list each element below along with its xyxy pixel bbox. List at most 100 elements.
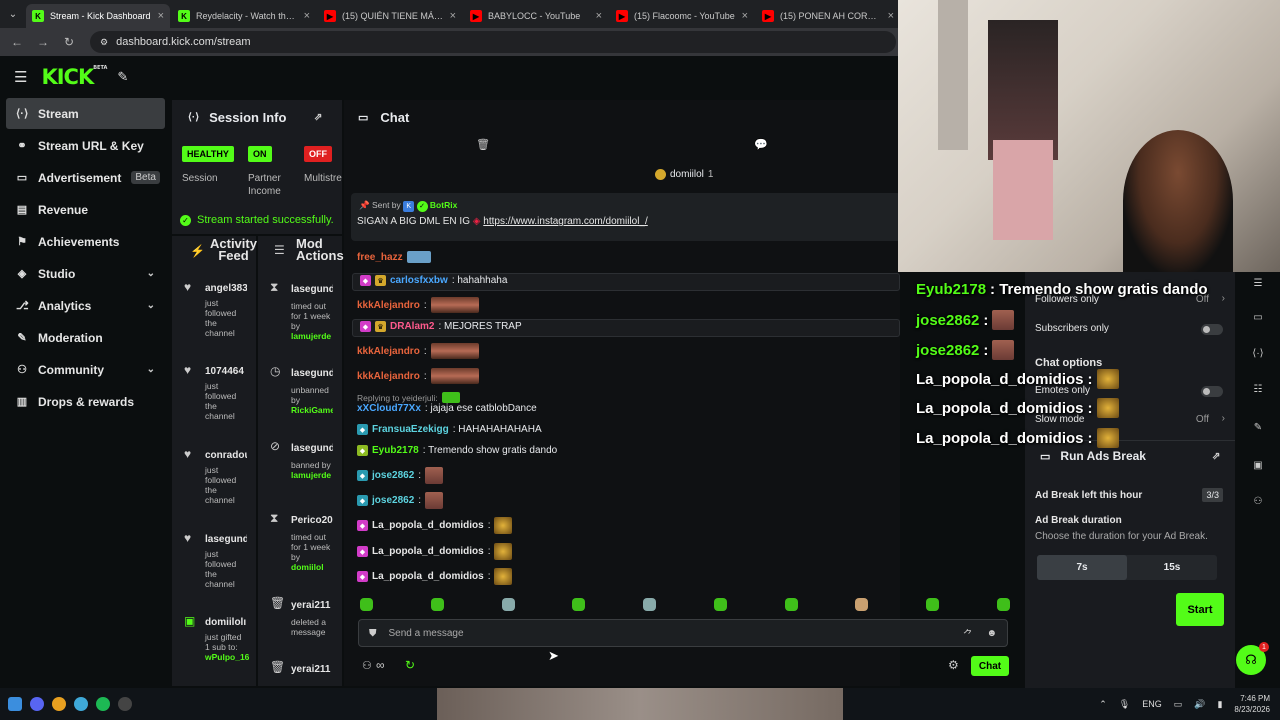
chat-message[interactable]: ◆ jose2862: [357,467,444,484]
quick-emote[interactable] [643,598,657,611]
forward-icon[interactable]: → [32,35,54,49]
chat-message[interactable]: ◆ jose2862: [357,492,444,509]
battery-icon[interactable]: ▮ [1217,699,1222,710]
close-icon[interactable]: × [450,10,456,22]
chat-username[interactable]: free_hazz [357,252,403,263]
chevron-up-icon[interactable]: ⌃ [1099,699,1107,710]
sidebar-item-achievements[interactable]: ⚑ Achievements [6,226,165,257]
sidebar-item-moderation[interactable]: ✎ Moderation [6,322,165,353]
sidebar-item-stream-url-key[interactable]: ⚭ Stream URL & Key [6,130,165,161]
emotes-only-toggle[interactable] [1201,386,1223,397]
quick-emote[interactable] [430,598,444,611]
chat-username[interactable]: La_popola_d_domidios [372,546,484,557]
chat-message[interactable]: kkkAlejandro: [357,368,479,384]
browser-tab[interactable]: K Reydelacity - Watch the VO × [172,4,316,28]
sidebar-item-drops-rewards[interactable]: ▥ Drops & rewards [6,386,165,417]
chat-username[interactable]: La_popola_d_domidios [372,571,484,582]
quick-emote[interactable] [572,598,586,611]
sidebar-item-analytics[interactable]: ⎇ Analytics ⌄ [6,290,165,321]
quick-emote[interactable] [713,598,727,611]
spotify-icon[interactable] [96,697,110,711]
chat-username[interactable]: kkkAlejandro [357,300,420,311]
chat-settings-icon[interactable]: ⚙ [948,658,959,672]
subscribers-only-toggle[interactable] [1201,324,1223,335]
ad-icon[interactable]: ▣ [1247,454,1269,476]
trash-icon[interactable]: 🗑 [476,138,490,162]
chat-icon[interactable]: ▭ [1247,306,1269,328]
list-icon[interactable]: ☰ [1247,272,1269,294]
quick-emote[interactable] [360,598,373,611]
sidebar-item-revenue[interactable]: ▤ Revenue [6,194,165,225]
browser-tab[interactable]: ▶ (15) Flacoomc - YouTube × [610,4,754,28]
emoji-icon[interactable]: ☻ [986,628,997,639]
chat-message[interactable]: kkkAlejandro: [357,343,479,359]
chat-message[interactable]: free_hazz [357,251,431,263]
stream-icon[interactable]: ⟨·⟩ [1247,342,1269,364]
quick-emote[interactable] [501,598,515,611]
quick-emote[interactable] [855,598,869,611]
browser-tab[interactable]: ▶ (15) QUIÉN TIENE MÁS DRIP × [318,4,462,28]
users-icon[interactable]: ⚇ [362,659,372,672]
close-icon[interactable]: × [742,10,748,22]
pin-icon[interactable]: ✎ [117,69,128,85]
chat-username[interactable]: kkkAlejandro [357,371,420,382]
sidebar-item-studio[interactable]: ◈ Studio ⌄ [6,258,165,289]
message-icon[interactable]: 💬 [754,138,768,162]
quick-emote[interactable] [996,598,1010,611]
clock[interactable]: 7:46 PM 8/23/2026 [1234,693,1270,715]
tab-search-button[interactable]: ⌄ [0,0,26,28]
chat-username[interactable]: La_popola_d_domidios [372,520,484,531]
close-icon[interactable]: × [888,10,894,22]
community-icon[interactable]: ⚇ [1247,490,1269,512]
site-info-icon[interactable]: ⚙ [100,37,108,48]
chat-username[interactable]: jose2862 [372,495,414,506]
language-indicator[interactable]: ENG [1142,699,1162,709]
chat-username[interactable]: jose2862 [372,470,414,481]
chrome-active-icon[interactable] [74,697,88,711]
chat-username[interactable]: kkkAlejandro [357,346,420,357]
chat-message[interactable]: ◆ ♛ DRAlam2: MEJORES TRAP [360,321,522,332]
quick-emote[interactable] [784,598,798,611]
popout-icon[interactable]: ⇗ [1212,451,1220,462]
obs-icon[interactable] [118,697,132,711]
close-icon[interactable]: × [158,10,164,22]
mic-icon[interactable]: 🎙 [1119,699,1130,710]
pinned-user[interactable]: domiilol 1 [655,169,713,180]
volume-icon[interactable]: 🔊 [1194,699,1205,710]
kick-emote-icon[interactable]: ⺈ [963,626,973,641]
chat-username[interactable]: DRAlam2 [390,321,434,332]
chat-message[interactable]: ◆ La_popola_d_domidios: [357,568,513,585]
close-icon[interactable]: × [304,10,310,22]
instagram-link[interactable]: https://www.instagram.com/domiilol_/ [483,216,648,227]
sidebar-item-community[interactable]: ⚇ Community ⌄ [6,354,165,385]
chat-message[interactable]: ◆ FransuaEzekigg: HAHAHAHAHAHA [357,424,542,435]
chat-message[interactable]: ◆ La_popola_d_domidios: [357,543,513,560]
chat-message[interactable]: xXCloud77Xx: jajaja ese catblobDance [357,403,537,414]
wrench-icon[interactable]: ✎ [1247,416,1269,438]
sidebar-item-advertisement[interactable]: ▭ Advertisement Beta [6,162,165,193]
chat-username[interactable]: Eyub2178 [372,445,419,456]
popout-icon[interactable]: ⇗ [314,112,322,123]
browser-tab[interactable]: ▶ (15) PONEN AH CORRER AL × [756,4,900,28]
browser-tab[interactable]: ▶ BABYLOCC - YouTube × [464,4,608,28]
quick-emote[interactable] [926,598,940,611]
ad-duration-option[interactable]: 7s [1037,555,1127,580]
browser-tab[interactable]: K Stream - Kick Dashboard × [26,4,170,28]
discord-icon[interactable] [30,697,44,711]
kick-logo[interactable]: KICKBETA [41,65,107,89]
url-field[interactable]: ⚙ dashboard.kick.com/stream [90,31,896,53]
network-icon[interactable]: ▭ [1174,699,1183,710]
refresh-icon[interactable]: ↻ [405,658,415,672]
chat-username[interactable]: xXCloud77Xx [357,403,421,414]
close-icon[interactable]: × [596,10,602,22]
chat-username[interactable]: carlosfxxbw [390,275,448,286]
chat-message[interactable]: ◆ La_popola_d_domidios: [357,517,513,534]
start-ads-button[interactable]: Start [1176,593,1224,626]
help-button[interactable]: ☊ 1 [1236,642,1269,675]
chat-message[interactable]: ◆ Eyub2178: Tremendo show gratis dando [357,445,557,456]
menu-icon[interactable]: ☰ [14,68,27,86]
windows-start-icon[interactable] [8,697,22,711]
back-icon[interactable]: ← [6,35,28,49]
chat-username[interactable]: FransuaEzekigg [372,424,449,435]
chat-message[interactable]: kkkAlejandro: [357,297,479,313]
